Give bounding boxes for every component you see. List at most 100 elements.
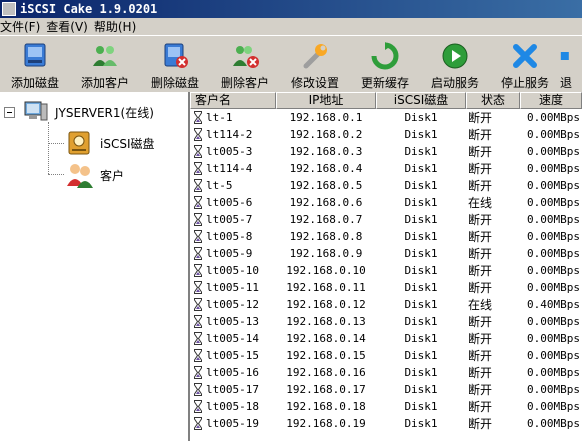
hourglass-icon	[194, 417, 202, 430]
menu-file[interactable]: 文件(F)	[0, 18, 46, 35]
modify-settings-button[interactable]: 修改设置	[280, 36, 350, 92]
cell-ip: 192.168.0.7	[289, 213, 363, 226]
cell-iscsi-disk: Disk1	[404, 400, 438, 413]
client-name-text: lt005-17	[206, 383, 259, 396]
table-row[interactable]: lt005-19 192.168.0.19 Disk1 断开 0.00MBps	[190, 415, 582, 432]
refresh-cache-button[interactable]: 更新缓存	[350, 36, 420, 92]
stop-service-button[interactable]: 停止服务	[490, 36, 560, 92]
hourglass-icon	[194, 213, 202, 226]
table-row[interactable]: lt005-11 192.168.0.11 Disk1 断开 0.00MBps	[190, 279, 582, 296]
table-row[interactable]: lt005-14 192.168.0.14 Disk1 断开 0.00MBps	[190, 330, 582, 347]
cell-speed: 0.00MBps	[527, 383, 580, 396]
delete-disk-label: 删除磁盘	[150, 76, 199, 90]
cell-client-name: lt005-17	[190, 383, 276, 396]
table-row[interactable]: lt005-8 192.168.0.8 Disk1 断开 0.00MBps	[190, 228, 582, 245]
table-row[interactable]: lt114-2 192.168.0.2 Disk1 断开 0.00MBps	[190, 126, 582, 143]
client-name-text: lt005-9	[206, 247, 253, 260]
cell-status: 断开	[468, 162, 493, 176]
column-header-speed[interactable]: 速度	[520, 92, 582, 109]
menu-view[interactable]: 查看(V)	[46, 18, 94, 35]
table-row[interactable]: lt005-12 192.168.0.12 Disk1 在线 0.40MBps	[190, 296, 582, 313]
cell-ip: 192.168.0.14	[286, 332, 366, 345]
table-row[interactable]: lt005-17 192.168.0.17 Disk1 断开 0.00MBps	[190, 381, 582, 398]
cell-status: 断开	[468, 417, 493, 431]
hourglass-icon	[194, 281, 202, 294]
add-client-button[interactable]: 添加客户	[70, 36, 140, 92]
menu-bar: 文件(F) 查看(V) 帮助(H)	[0, 18, 582, 35]
hourglass-icon	[194, 383, 202, 396]
cell-ip: 192.168.0.9	[289, 247, 363, 260]
menu-help[interactable]: 帮助(H)	[94, 18, 142, 35]
cell-speed: 0.00MBps	[527, 417, 580, 430]
server-computer-icon	[24, 101, 48, 121]
title-bar: iSCSI Cake 1.9.0201	[0, 0, 582, 18]
add-client-label: 添加客户	[80, 76, 129, 90]
cell-ip: 192.168.0.6	[289, 196, 363, 209]
cell-status: 在线	[468, 298, 493, 312]
cell-client-name: lt005-6	[190, 196, 276, 209]
client-name-text: lt005-12	[206, 298, 259, 311]
hourglass-icon	[194, 332, 202, 345]
client-list: 客户名 IP地址 iSCSI磁盘 状态 速度 lt-1 192.168.0.1 Di…	[190, 92, 582, 441]
cell-ip: 192.168.0.10	[286, 264, 366, 277]
table-row[interactable]: lt005-7 192.168.0.7 Disk1 断开 0.00MBps	[190, 211, 582, 228]
column-header-status[interactable]: 状态	[466, 92, 520, 109]
tree-iscsi-disk-label: iSCSI磁盘	[100, 136, 155, 151]
cell-status: 断开	[468, 111, 493, 125]
column-header-ip[interactable]: IP地址	[276, 92, 376, 109]
client-name-text: lt-1	[206, 111, 233, 124]
cell-speed: 0.00MBps	[527, 179, 580, 192]
cell-client-name: lt005-10	[190, 264, 276, 277]
column-header-iscsi-disk[interactable]: iSCSI磁盘	[376, 92, 466, 109]
cell-speed: 0.00MBps	[527, 366, 580, 379]
cell-speed: 0.00MBps	[527, 332, 580, 345]
hourglass-icon	[194, 298, 202, 311]
exit-button[interactable]: 退	[560, 36, 572, 92]
delete-disk-button[interactable]: 删除磁盘	[140, 36, 210, 92]
cell-client-name: lt005-14	[190, 332, 276, 345]
table-row[interactable]: lt005-16 192.168.0.16 Disk1 断开 0.00MBps	[190, 364, 582, 381]
cell-speed: 0.00MBps	[527, 128, 580, 141]
table-row[interactable]: lt005-6 192.168.0.6 Disk1 在线 0.00MBps	[190, 194, 582, 211]
table-row[interactable]: lt005-18 192.168.0.18 Disk1 断开 0.00MBps	[190, 398, 582, 415]
cell-client-name: lt005-15	[190, 349, 276, 362]
cell-speed: 0.00MBps	[527, 196, 580, 209]
table-row[interactable]: lt005-9 192.168.0.9 Disk1 断开 0.00MBps	[190, 245, 582, 262]
table-row[interactable]: lt-5 192.168.0.5 Disk1 断开 0.00MBps	[190, 177, 582, 194]
column-header-client-name[interactable]: 客户名	[190, 92, 276, 109]
add-disk-button[interactable]: 添加磁盘	[0, 36, 70, 92]
cell-client-name: lt-1	[190, 111, 276, 124]
cell-iscsi-disk: Disk1	[404, 162, 438, 175]
cell-iscsi-disk: Disk1	[404, 332, 438, 345]
cell-iscsi-disk: Disk1	[404, 298, 438, 311]
refresh-icon	[371, 42, 399, 70]
table-row[interactable]: lt005-10 192.168.0.10 Disk1 断开 0.00MBps	[190, 262, 582, 279]
table-row[interactable]: lt005-3 192.168.0.3 Disk1 断开 0.00MBps	[190, 143, 582, 160]
cell-status: 断开	[468, 247, 493, 261]
cell-client-name: lt114-4	[190, 162, 276, 175]
tree-clients-node[interactable]: 客户	[66, 162, 124, 188]
start-service-button[interactable]: 启动服务	[420, 36, 490, 92]
cell-client-name: lt005-7	[190, 213, 276, 226]
cell-speed: 0.00MBps	[527, 264, 580, 277]
delete-client-button[interactable]: 删除客户	[210, 36, 280, 92]
table-row[interactable]: lt005-15 192.168.0.15 Disk1 断开 0.00MBps	[190, 347, 582, 364]
cell-status: 断开	[468, 332, 493, 346]
cell-ip: 192.168.0.2	[289, 128, 363, 141]
collapse-icon[interactable]	[4, 106, 15, 118]
cell-ip: 192.168.0.4	[289, 162, 363, 175]
start-service-label: 启动服务	[430, 76, 479, 90]
cell-speed: 0.00MBps	[527, 111, 580, 124]
tree-iscsi-disk-node[interactable]: iSCSI磁盘	[66, 130, 155, 156]
client-name-text: lt114-4	[206, 162, 253, 175]
tree-server-node[interactable]: JYSERVER1(在线)	[4, 100, 154, 124]
table-row[interactable]: lt005-13 192.168.0.13 Disk1 断开 0.00MBps	[190, 313, 582, 330]
cell-speed: 0.00MBps	[527, 247, 580, 260]
table-row[interactable]: lt-1 192.168.0.1 Disk1 断开 0.00MBps	[190, 109, 582, 126]
table-row[interactable]: lt114-4 192.168.0.4 Disk1 断开 0.00MBps	[190, 160, 582, 177]
cell-client-name: lt005-18	[190, 400, 276, 413]
client-name-text: lt005-7	[206, 213, 253, 226]
client-name-text: lt005-3	[206, 145, 253, 158]
cell-iscsi-disk: Disk1	[404, 281, 438, 294]
cell-ip: 192.168.0.17	[286, 383, 366, 396]
